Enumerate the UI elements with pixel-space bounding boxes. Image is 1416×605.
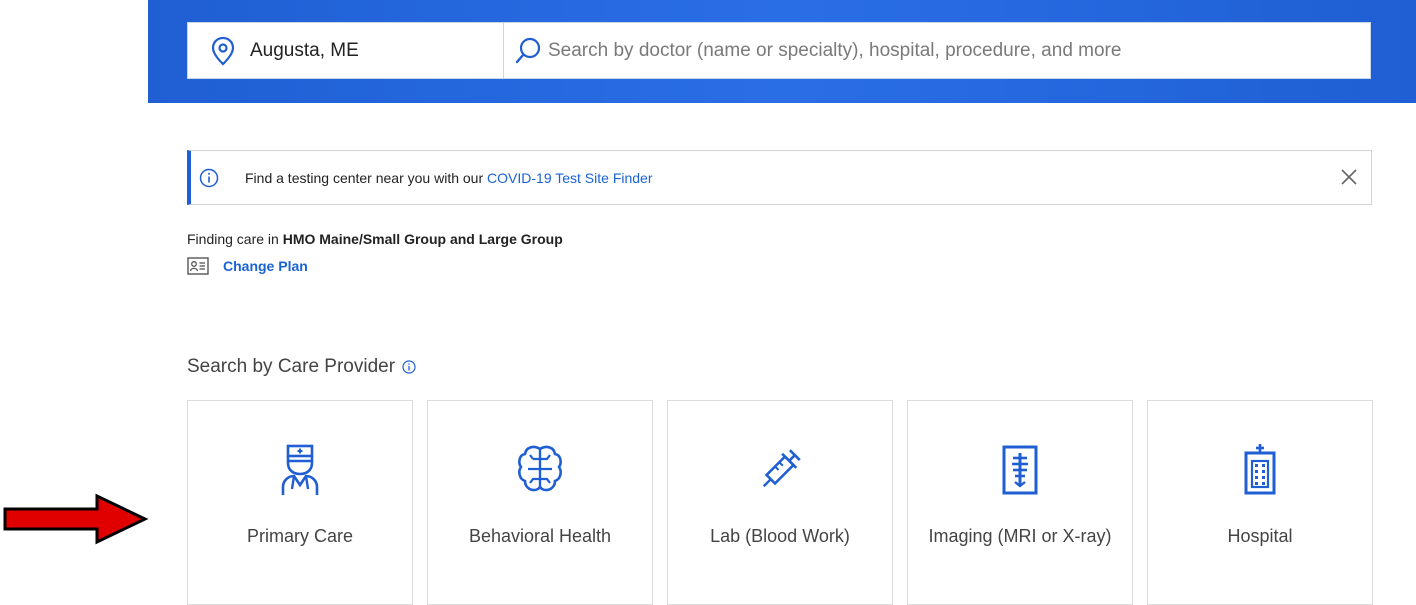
brain-icon (518, 445, 562, 492)
location-field[interactable]: Augusta, ME (188, 23, 504, 78)
info-icon[interactable] (402, 360, 416, 374)
doctor-icon (281, 444, 319, 495)
plan-info: Finding care in HMO Maine/Small Group an… (187, 231, 563, 247)
tile-behavioral-health[interactable]: Behavioral Health (427, 400, 653, 605)
search-bar: Augusta, ME (187, 22, 1371, 79)
plan-prefix: Finding care in (187, 231, 283, 247)
tile-label: Hospital (1227, 526, 1293, 546)
location-value: Augusta, ME (250, 39, 359, 61)
change-plan[interactable]: Change Plan (187, 257, 308, 275)
plan-name: HMO Maine/Small Group and Large Group (282, 231, 563, 247)
search-input[interactable] (546, 38, 1370, 63)
tile-hospital[interactable]: Hospital (1147, 400, 1373, 605)
alert-text: Find a testing center near you with our … (245, 170, 653, 186)
tile-label: Behavioral Health (468, 526, 612, 546)
tile-lab-blood-work[interactable]: Lab (Blood Work) (667, 400, 893, 605)
xray-icon (1002, 445, 1038, 495)
alert-text-prefix: Find a testing center near you with our (245, 169, 488, 186)
test-site-finder-link[interactable]: COVID-19 Test Site Finder (487, 170, 652, 186)
tile-label: Primary Care (246, 526, 353, 546)
id-card-icon (187, 257, 209, 275)
search-icon (515, 37, 541, 63)
annotation-arrow-icon (3, 493, 149, 545)
syringe-icon (762, 449, 801, 488)
hospital-icon (1244, 444, 1276, 495)
covid-alert-banner: Find a testing center near you with our … (187, 150, 1372, 205)
tile-label: Imaging (MRI or X-ray) (928, 526, 1112, 546)
info-icon (199, 168, 219, 187)
tile-imaging[interactable]: Imaging (MRI or X-ray) (907, 400, 1133, 605)
change-plan-link[interactable]: Change Plan (223, 258, 308, 274)
close-icon[interactable] (1339, 167, 1359, 187)
care-provider-title: Search by Care Provider (187, 356, 396, 377)
tile-label: Lab (Blood Work) (710, 526, 850, 546)
location-pin-icon (211, 36, 235, 65)
search-field[interactable] (504, 23, 1370, 78)
care-provider-heading: Search by Care Provider (187, 356, 416, 378)
tile-primary-care[interactable]: Primary Care (187, 400, 413, 605)
